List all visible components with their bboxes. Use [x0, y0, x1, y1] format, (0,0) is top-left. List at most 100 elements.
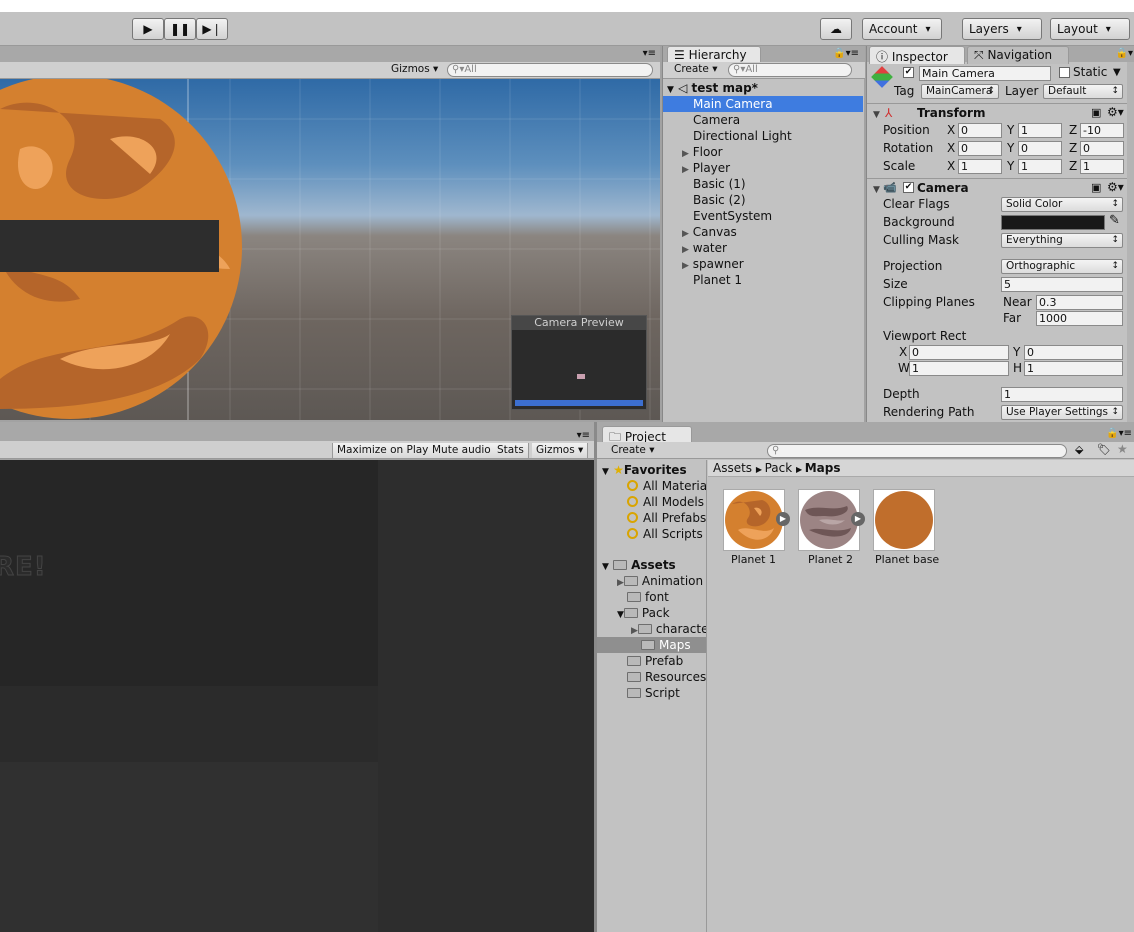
account-dropdown[interactable]: Account	[862, 18, 942, 40]
tree-folder[interactable]: Prefab	[627, 653, 683, 669]
tree-folder[interactable]: ▶ characte	[631, 621, 706, 637]
hierarchy-item[interactable]: ▶ spawner	[682, 256, 744, 272]
hierarchy-item[interactable]: Basic (2)	[693, 192, 746, 208]
near-field[interactable]: 0.3	[1036, 295, 1123, 310]
background-color-swatch[interactable]	[1001, 215, 1105, 230]
rendering-path-dropdown[interactable]: Use Player Settings	[1001, 405, 1123, 420]
stats-toggle[interactable]: Stats	[493, 443, 529, 458]
layout-dropdown[interactable]: Layout	[1050, 18, 1130, 40]
asset-tile[interactable]: ▶	[798, 489, 865, 551]
favorite-star-icon[interactable]: ★	[1117, 442, 1128, 456]
tree-folder[interactable]: Script	[627, 685, 680, 701]
tab-navigation[interactable]: ⤧ Navigation	[967, 46, 1069, 64]
hierarchy-item[interactable]: Camera	[693, 112, 740, 128]
breadcrumb-item[interactable]: Assets	[713, 461, 752, 475]
culling-mask-dropdown[interactable]: Everything	[1001, 233, 1123, 248]
inspector-scrollbar[interactable]	[1127, 62, 1134, 422]
expand-subassets-icon[interactable]: ▶	[851, 512, 865, 526]
favorite-item[interactable]: All Prefabs	[627, 510, 706, 526]
scene-search-input[interactable]: ⚲▾All	[447, 63, 653, 77]
lock-icon[interactable]: 🔒▾	[1116, 48, 1133, 59]
expand-subassets-icon[interactable]: ▶	[776, 512, 790, 526]
position-z-field[interactable]: -10	[1080, 123, 1124, 138]
tree-folder[interactable]: ▼ Pack	[617, 605, 670, 621]
clear-flags-dropdown[interactable]: Solid Color	[1001, 197, 1123, 212]
object-name-field[interactable]: Main Camera	[919, 66, 1051, 81]
hierarchy-item[interactable]: EventSystem	[693, 208, 772, 224]
asset-tile[interactable]	[873, 489, 935, 551]
help-icon[interactable]: ▣	[1091, 181, 1101, 194]
scene-gizmos-dropdown[interactable]: Gizmos ▾	[391, 63, 438, 75]
assets-section[interactable]: ▼ Assets	[602, 557, 676, 573]
tree-folder[interactable]: Resources	[627, 669, 706, 685]
game-viewport[interactable]: RE!	[0, 460, 594, 932]
maximize-on-play-toggle[interactable]: Maximize on Play	[332, 443, 434, 458]
layer-dropdown[interactable]: Default	[1043, 84, 1123, 99]
panel-menu-icon[interactable]: ▾≡	[577, 430, 590, 441]
project-search-input[interactable]: ⚲	[767, 444, 1067, 458]
rotation-z-field[interactable]: 0	[1080, 141, 1124, 156]
scale-x-field[interactable]: 1	[958, 159, 1002, 174]
position-x-field[interactable]: 0	[958, 123, 1002, 138]
viewport-x-field[interactable]: 0	[909, 345, 1009, 360]
asset-tile[interactable]: ▶	[723, 489, 790, 551]
project-create-button[interactable]: Create ▾	[611, 444, 655, 456]
help-icon[interactable]: ▣	[1091, 106, 1101, 119]
eyedropper-icon[interactable]: ✎	[1109, 213, 1120, 228]
hierarchy-item[interactable]: Directional Light	[693, 128, 792, 144]
size-field[interactable]: 5	[1001, 277, 1123, 292]
tree-folder[interactable]: ▶ Animation	[617, 573, 703, 589]
viewport-y-field[interactable]: 0	[1024, 345, 1123, 360]
favorite-item[interactable]: All Scripts	[627, 526, 703, 542]
panel-menu-icon[interactable]: ▾≡	[643, 48, 656, 59]
game-gizmos-dropdown[interactable]: Gizmos ▾	[532, 443, 589, 458]
scale-z-field[interactable]: 1	[1080, 159, 1124, 174]
lock-icon[interactable]: 🔒▾≡	[833, 48, 859, 59]
hierarchy-item[interactable]: Planet 1	[693, 272, 742, 288]
layers-dropdown[interactable]: Layers	[962, 18, 1042, 40]
collapse-arrow-icon[interactable]: ▼	[873, 185, 880, 195]
pause-button[interactable]: ❚❚	[164, 18, 196, 40]
camera-enabled-checkbox[interactable]: ✔	[903, 182, 914, 193]
filter-by-type-icon[interactable]: ⬙	[1075, 443, 1083, 456]
tag-dropdown[interactable]: MainCamera	[921, 84, 999, 99]
hierarchy-item[interactable]: Main Camera	[663, 96, 863, 112]
hierarchy-item[interactable]: ▶ Canvas	[682, 224, 737, 240]
breadcrumb-item[interactable]: Maps	[805, 461, 841, 475]
projection-dropdown[interactable]: Orthographic	[1001, 259, 1123, 274]
play-button[interactable]: ▶	[132, 18, 164, 40]
hierarchy-create-button[interactable]: Create ▾	[674, 63, 718, 75]
scale-y-field[interactable]: 1	[1018, 159, 1062, 174]
hierarchy-item[interactable]: ▶ water	[682, 240, 727, 256]
viewport-w-field[interactable]: 1	[909, 361, 1009, 376]
rotation-x-field[interactable]: 0	[958, 141, 1002, 156]
tree-folder[interactable]: font	[627, 589, 669, 605]
hierarchy-item[interactable]: ▶ Floor	[682, 144, 723, 160]
cloud-button[interactable]: ☁	[820, 18, 852, 40]
gear-icon[interactable]: ⚙▾	[1107, 180, 1124, 194]
favorite-item[interactable]: All Models	[627, 494, 704, 510]
viewport-h-field[interactable]: 1	[1024, 361, 1123, 376]
favorites-section[interactable]: ▼ ★Favorites	[602, 462, 687, 478]
favorite-item[interactable]: All Materia	[627, 478, 706, 494]
tree-folder[interactable]: Maps	[597, 637, 706, 653]
breadcrumb-item[interactable]: Pack	[765, 461, 793, 475]
hierarchy-search-input[interactable]: ⚲▾All	[728, 63, 852, 77]
gear-icon[interactable]: ⚙▾	[1107, 105, 1124, 119]
position-y-field[interactable]: 1	[1018, 123, 1062, 138]
scene-viewport[interactable]: Camera Preview	[0, 79, 660, 420]
static-dropdown-arrow-icon[interactable]: ▼	[1113, 67, 1121, 78]
rotation-y-field[interactable]: 0	[1018, 141, 1062, 156]
mute-audio-toggle[interactable]: Mute audio	[428, 443, 496, 458]
tab-inspector[interactable]: ⓘ Inspector	[869, 46, 965, 64]
hierarchy-item[interactable]: Basic (1)	[693, 176, 746, 192]
filter-by-label-icon[interactable]: 🏷	[1097, 443, 1111, 456]
active-checkbox[interactable]: ✔	[903, 67, 914, 78]
lock-icon[interactable]: 🔒▾≡	[1106, 428, 1132, 439]
depth-field[interactable]: 1	[1001, 387, 1123, 402]
collapse-arrow-icon[interactable]: ▼	[873, 110, 880, 120]
step-button[interactable]: ▶❘	[196, 18, 228, 40]
hierarchy-item[interactable]: ▶ Player	[682, 160, 730, 176]
far-field[interactable]: 1000	[1036, 311, 1123, 326]
scene-root[interactable]: ▼ ◁ test map*	[667, 80, 758, 96]
